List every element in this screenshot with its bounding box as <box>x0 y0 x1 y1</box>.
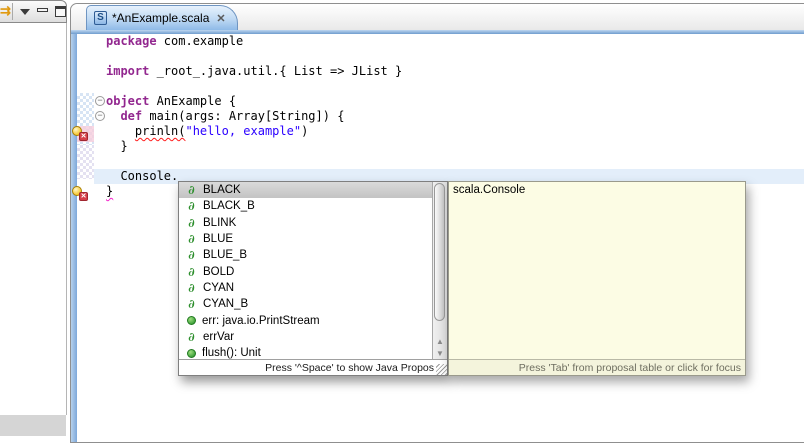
completion-list[interactable]: ∂ BLACK ∂ BLACK_B ∂ BLINK ∂ BLUE ∂ BLUE_B ∂ BOLD ∂ CY… <box>179 182 447 359</box>
completion-item[interactable]: ∂ BLUE_B <box>179 247 447 263</box>
code-segment: com.example <box>157 34 244 48</box>
left-view-toolbar: ⇉ <box>0 0 67 23</box>
val-icon: ∂ <box>186 234 197 244</box>
link-with-editor-icon[interactable]: ⇉ <box>0 3 13 20</box>
scroll-down-icon[interactable]: ▼ <box>433 349 447 358</box>
completion-item-label: errVar <box>203 331 234 343</box>
code-line[interactable] <box>94 79 804 94</box>
val-icon: ∂ <box>186 201 197 211</box>
completion-item-label: CYAN_B <box>203 298 248 310</box>
completion-item-label: BLACK_B <box>203 200 255 212</box>
code-segment: "hello, example" <box>185 124 301 138</box>
scrollbar-thumb[interactable] <box>434 183 445 321</box>
val-icon: ∂ <box>186 267 197 277</box>
code-segment: ) <box>301 124 308 138</box>
left-view-footer <box>0 415 66 436</box>
completion-item-label: BOLD <box>203 266 234 278</box>
left-view-body <box>0 23 67 415</box>
proposal-info-text: scala.Console <box>449 182 745 198</box>
completion-item[interactable]: ∂ BLINK <box>179 215 447 231</box>
error-marker-icon[interactable]: ✕ <box>72 186 88 201</box>
completion-item[interactable]: err: java.io.PrintStream <box>179 312 447 328</box>
info-footer-text: Press 'Tab' from proposal table or click… <box>519 362 741 374</box>
error-x-icon: ✕ <box>79 192 88 201</box>
completion-item-label: BLACK <box>203 184 241 196</box>
range-indicator-light <box>77 145 94 179</box>
minimize-icon[interactable] <box>37 8 48 12</box>
val-icon: ∂ <box>186 299 197 309</box>
fold-collapse-icon[interactable]: − <box>95 96 105 106</box>
fold-collapse-icon[interactable]: − <box>95 111 105 121</box>
completion-item[interactable]: ∂ BOLD <box>179 263 447 279</box>
completion-item[interactable]: flush(): Unit <box>179 345 447 359</box>
code-segment: prinln( <box>135 124 186 138</box>
completion-item-label: flush(): Unit <box>202 347 261 359</box>
code-segment: object <box>106 94 149 108</box>
proposal-info-popup: scala.Console Press 'Tab' from proposal … <box>448 181 746 376</box>
left-view-panel: ⇉ <box>0 0 67 428</box>
error-marker-icon[interactable]: ✕ <box>72 126 88 141</box>
annotation-ruler[interactable] <box>77 34 94 442</box>
val-icon: ∂ <box>186 185 197 195</box>
view-menu-icon[interactable] <box>20 9 30 15</box>
scroll-up-icon[interactable]: ▲ <box>433 337 447 346</box>
code-segment: _root_.java.util.{ List => JList } <box>149 64 402 78</box>
completion-item-label: BLUE_B <box>203 249 247 261</box>
code-line[interactable]: } <box>94 139 804 154</box>
scala-file-icon: S <box>94 11 107 25</box>
completion-item[interactable]: ∂ CYAN <box>179 280 447 296</box>
completion-item-label: CYAN <box>203 282 234 294</box>
resize-grip-icon[interactable] <box>436 364 447 375</box>
code-segment: package <box>106 34 157 48</box>
completion-item[interactable]: ∂ errVar <box>179 329 447 345</box>
completion-popup: ∂ BLACK ∂ BLACK_B ∂ BLINK ∂ BLUE ∂ BLUE_B ∂ BOLD ∂ CY… <box>178 181 448 376</box>
completion-item[interactable]: ∂ BLUE <box>179 231 447 247</box>
editor-tabbar: S *AnExample.scala ✕ <box>71 4 804 30</box>
completion-item-label: BLUE <box>203 233 233 245</box>
info-footer: Press 'Tab' from proposal table or click… <box>449 359 745 375</box>
completion-item[interactable]: ∂ CYAN_B <box>179 296 447 312</box>
completion-footer: Press '^Space' to show Java Propos <box>179 359 447 375</box>
completion-footer-text: Press '^Space' to show Java Propos <box>265 362 434 374</box>
completion-item-label: BLINK <box>203 217 236 229</box>
code-line[interactable]: prinln("hello, example") <box>94 124 804 139</box>
code-segment: Console. <box>106 169 178 183</box>
tab-anexample-scala[interactable]: S *AnExample.scala ✕ <box>86 5 238 30</box>
completion-scrollbar[interactable]: ▲ ▼ <box>432 182 447 359</box>
code-line[interactable]: package com.example <box>94 34 804 49</box>
code-segment: } <box>106 139 128 153</box>
maximize-icon[interactable] <box>55 6 66 17</box>
code-segment: main(args: Array[String]) { <box>142 109 344 123</box>
val-icon: ∂ <box>186 250 197 260</box>
completion-item[interactable]: ∂ BLACK <box>179 182 447 198</box>
code-line[interactable] <box>94 49 804 64</box>
code-line[interactable]: import _root_.java.util.{ List => JList … <box>94 64 804 79</box>
code-segment <box>106 109 120 123</box>
val-icon: ∂ <box>186 332 197 342</box>
code-segment: AnExample { <box>149 94 236 108</box>
completion-item-label: err: java.io.PrintStream <box>202 315 320 327</box>
method-icon <box>187 349 196 358</box>
code-line[interactable] <box>94 154 804 169</box>
code-segment: } <box>106 184 113 198</box>
error-x-icon: ✕ <box>79 132 88 141</box>
code-segment: import <box>106 64 149 78</box>
tab-close-icon[interactable]: ✕ <box>216 12 225 25</box>
method-icon <box>187 316 196 325</box>
code-segment: def <box>120 109 142 123</box>
val-icon: ∂ <box>186 283 197 293</box>
tab-title: *AnExample.scala <box>112 11 209 25</box>
val-icon: ∂ <box>186 218 197 228</box>
code-segment <box>106 124 135 138</box>
code-line[interactable]: def main(args: Array[String]) { <box>94 109 804 124</box>
code-line[interactable]: object AnExample { <box>94 94 804 109</box>
code-area[interactable]: package com.example import _root_.java.ut… <box>94 34 804 199</box>
completion-item[interactable]: ∂ BLACK_B <box>179 198 447 214</box>
